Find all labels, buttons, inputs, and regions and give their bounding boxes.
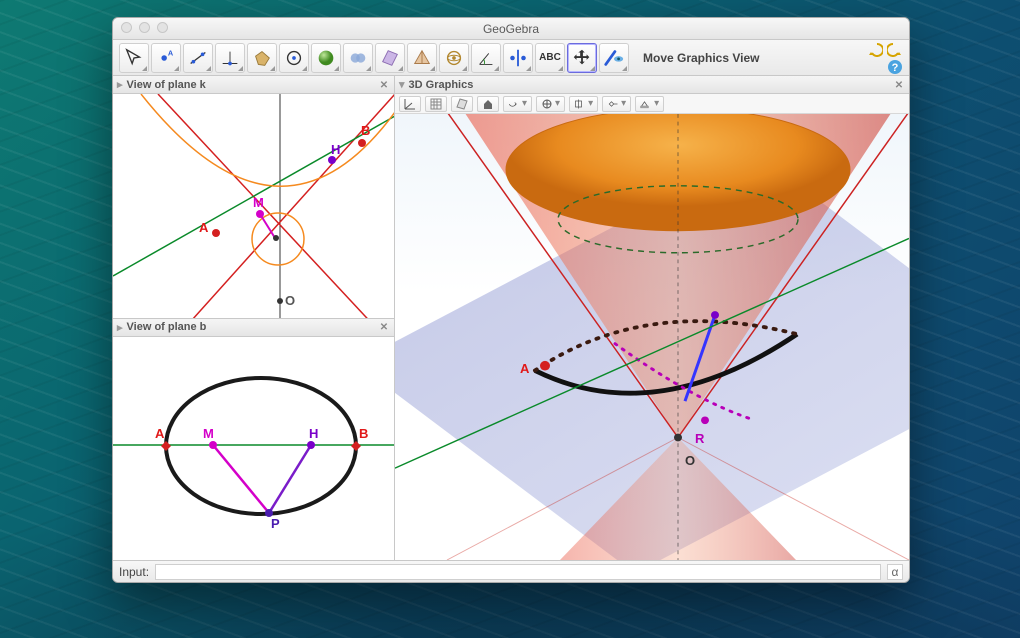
disclosure-icon[interactable]: ▸: [117, 78, 123, 91]
undo-button[interactable]: [867, 41, 883, 57]
toggle-plane-button[interactable]: [451, 96, 473, 112]
symbol-keyboard-button[interactable]: α: [887, 564, 903, 580]
close-window-button[interactable]: [121, 22, 132, 33]
point-label-P: P: [271, 517, 280, 530]
plane-k-view[interactable]: A B H M O: [113, 94, 394, 319]
view-direction-button[interactable]: ▾: [602, 96, 631, 112]
toolbar-right-icons: ?: [867, 41, 903, 75]
tool-sphere[interactable]: [311, 43, 341, 73]
point-label-A: A: [155, 427, 164, 440]
view-options-button[interactable]: ▾: [635, 96, 664, 112]
point-label-O: O: [285, 294, 295, 307]
svg-text:A: A: [168, 48, 174, 57]
command-input[interactable]: [155, 564, 881, 580]
app-window: GeoGebra A ABC Move Graphics View ?: [112, 17, 910, 583]
toggle-axes-button[interactable]: [399, 96, 421, 112]
close-panel-button[interactable]: ✕: [377, 321, 391, 335]
content-area: ▸ View of plane k ✕: [113, 76, 909, 560]
point-label-M: M: [203, 427, 214, 440]
point-label-H: H: [309, 427, 318, 440]
view3d-toolbar: ▾ ▾ ▾ ▾ ▾: [395, 94, 909, 114]
selected-tool-label: Move Graphics View: [643, 51, 760, 65]
clipping-button[interactable]: ▾: [569, 96, 598, 112]
view3d-canvas[interactable]: A O R: [395, 114, 909, 560]
point-label-H: H: [331, 143, 340, 156]
tool-angle[interactable]: [471, 43, 501, 73]
tool-line[interactable]: [183, 43, 213, 73]
point-label-M: M: [253, 196, 264, 209]
panel-title: View of plane k: [127, 79, 206, 91]
redo-button[interactable]: [887, 41, 903, 57]
panel-header-plane-k: ▸ View of plane k ✕: [113, 76, 394, 94]
titlebar: GeoGebra: [113, 18, 909, 40]
tool-move[interactable]: [119, 43, 149, 73]
panel-title: 3D Graphics: [409, 79, 474, 91]
help-button[interactable]: ?: [887, 59, 903, 75]
point-label-R-3d: R: [695, 432, 704, 445]
left-column: ▸ View of plane k ✕: [113, 76, 395, 560]
close-panel-button[interactable]: ✕: [892, 78, 906, 92]
tool-text[interactable]: ABC: [535, 43, 565, 73]
panel-header-plane-b: ▸ View of plane b ✕: [113, 319, 394, 337]
tool-intersect-surfaces[interactable]: [343, 43, 373, 73]
tool-net[interactable]: [439, 43, 469, 73]
home-view-button[interactable]: [477, 96, 499, 112]
close-panel-button[interactable]: ✕: [377, 78, 391, 92]
input-label: Input:: [119, 565, 149, 579]
input-bar: Input: α: [113, 560, 909, 582]
toggle-grid-button[interactable]: [425, 96, 447, 112]
minimize-window-button[interactable]: [139, 22, 150, 33]
plane-b-view[interactable]: A B M H P: [113, 337, 394, 561]
tool-reflect[interactable]: [503, 43, 533, 73]
window-title: GeoGebra: [483, 22, 539, 36]
window-controls: [121, 22, 168, 33]
tool-pyramid[interactable]: [407, 43, 437, 73]
point-label-O-3d: O: [685, 454, 695, 467]
panel-header-3d: ▾ 3D Graphics ✕: [395, 76, 909, 94]
projection-button[interactable]: ▾: [536, 96, 565, 112]
main-toolbar: A ABC Move Graphics View ?: [113, 40, 909, 76]
svg-text:?: ?: [892, 62, 899, 74]
right-column: ▾ 3D Graphics ✕ ▾ ▾ ▾ ▾ ▾: [395, 76, 909, 560]
point-label-A: A: [199, 221, 208, 234]
point-label-A-3d: A: [520, 362, 529, 375]
start-rotation-button[interactable]: ▾: [503, 96, 532, 112]
point-label-B: B: [359, 427, 368, 440]
tool-point[interactable]: A: [151, 43, 181, 73]
tool-move-view[interactable]: [567, 43, 597, 73]
zoom-window-button[interactable]: [157, 22, 168, 33]
disclosure-icon[interactable]: ▸: [117, 321, 123, 334]
tool-perpendicular[interactable]: [215, 43, 245, 73]
point-label-B: B: [361, 124, 370, 137]
tool-show-hide[interactable]: [599, 43, 629, 73]
tool-plane[interactable]: [375, 43, 405, 73]
tool-circle[interactable]: [279, 43, 309, 73]
panel-title: View of plane b: [127, 321, 207, 333]
disclosure-icon[interactable]: ▾: [399, 78, 405, 91]
tool-polygon[interactable]: [247, 43, 277, 73]
